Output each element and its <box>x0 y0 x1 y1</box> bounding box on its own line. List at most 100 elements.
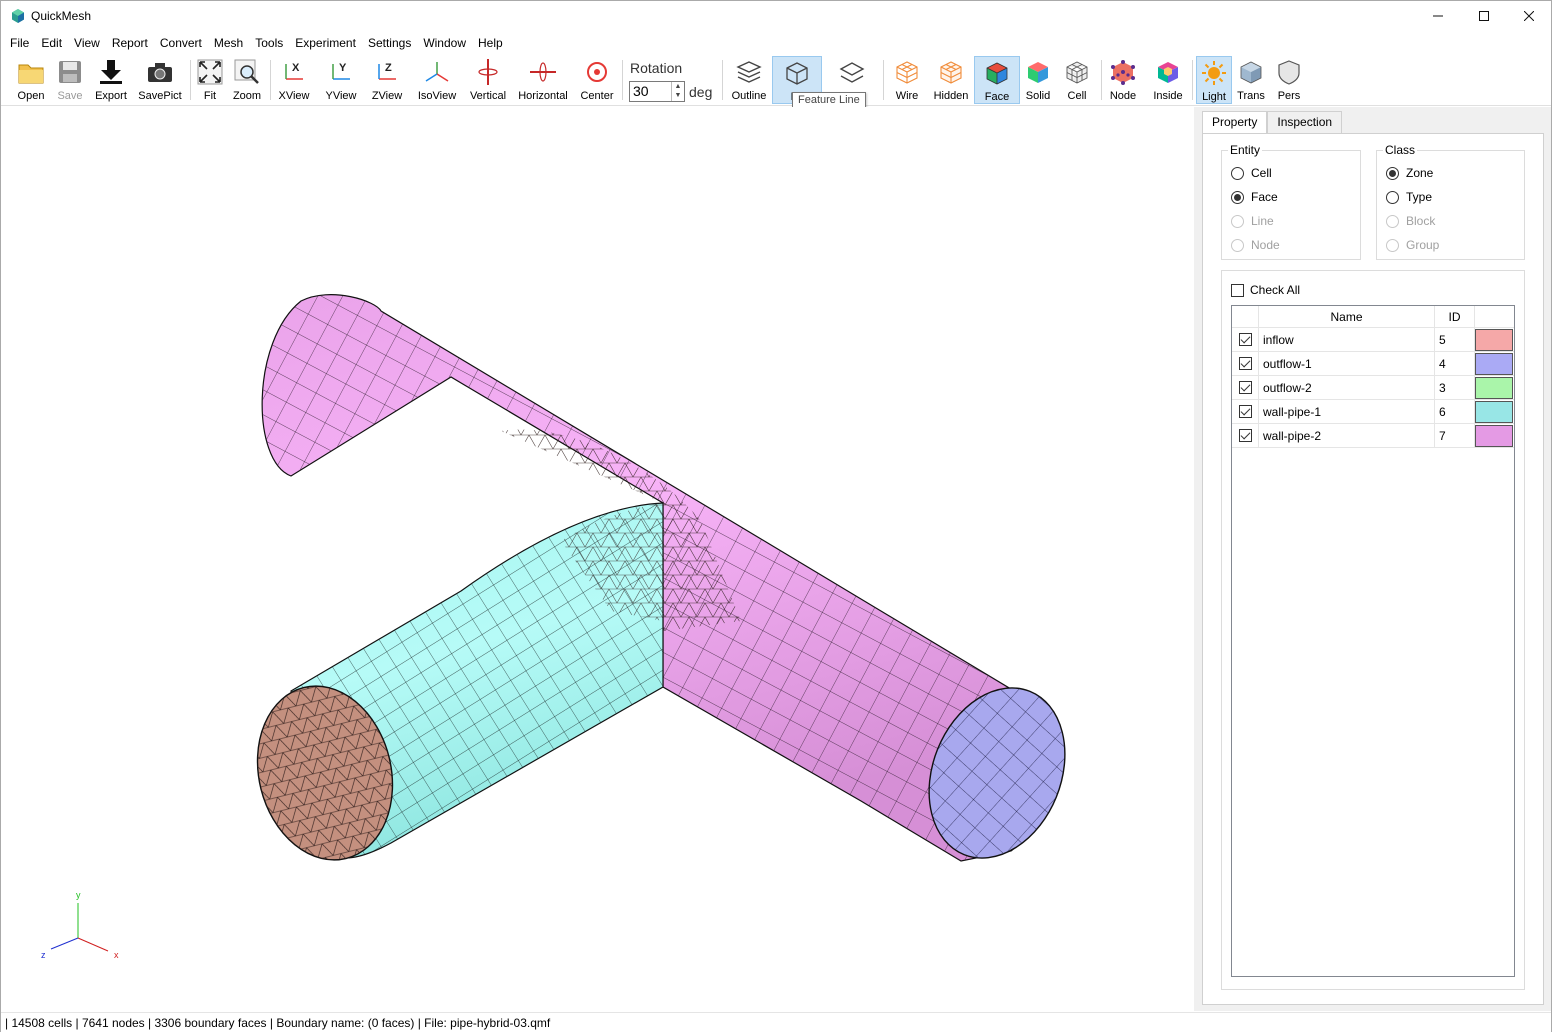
node-points-icon <box>1111 60 1135 85</box>
spin-down-icon[interactable]: ▼ <box>672 91 684 100</box>
rotation-spinner[interactable]: ▲ ▼ <box>671 82 684 101</box>
zone-color-swatch[interactable] <box>1475 401 1513 423</box>
maximize-button[interactable] <box>1461 1 1507 31</box>
wire-button[interactable]: Wire <box>889 56 925 104</box>
toolbar-separator <box>722 60 723 100</box>
table-row[interactable]: outflow-2 3 <box>1232 376 1514 400</box>
radio-button[interactable] <box>1231 166 1244 180</box>
table-row[interactable]: wall-pipe-1 6 <box>1232 400 1514 424</box>
horizontal-rotate-button[interactable]: Horizontal <box>515 56 571 104</box>
entity-groupbox: Entity Cell Face Line Node <box>1221 143 1361 260</box>
menu-edit[interactable]: Edit <box>35 33 68 53</box>
zone-color-swatch[interactable] <box>1475 353 1513 375</box>
zone-color-swatch[interactable] <box>1475 377 1513 399</box>
savepict-button[interactable]: SavePict <box>136 56 184 104</box>
toolbar-separator <box>190 60 191 100</box>
row-checkbox[interactable] <box>1238 357 1252 370</box>
outline-layers-icon <box>736 61 762 83</box>
center-button[interactable]: Center <box>577 56 617 104</box>
menu-file[interactable]: File <box>4 33 35 53</box>
save-button[interactable]: Save <box>52 56 88 104</box>
class-radio-group: Group <box>1386 236 1439 254</box>
column-header-name[interactable]: Name <box>1259 306 1435 327</box>
fit-button[interactable]: Fit <box>194 56 226 104</box>
radio-button[interactable] <box>1386 190 1399 204</box>
tab-inspection[interactable]: Inspection <box>1267 111 1343 133</box>
menu-window[interactable]: Window <box>417 33 472 53</box>
y-axis-view-icon: Y <box>332 62 350 80</box>
class-radio-zone[interactable]: Zone <box>1386 164 1433 182</box>
spin-up-icon[interactable]: ▲ <box>672 82 684 91</box>
face-button[interactable]: Face <box>974 56 1020 104</box>
property-panel: Property Inspection Entity Cell Face Lin… <box>1194 107 1551 1011</box>
row-checkbox[interactable] <box>1238 333 1252 346</box>
zview-button[interactable]: Z ZView <box>368 56 406 104</box>
camera-icon <box>148 63 172 82</box>
solid-cube-icon <box>1028 62 1048 83</box>
row-checkbox[interactable] <box>1238 429 1252 442</box>
trans-button[interactable]: Trans <box>1234 56 1268 104</box>
row-checkbox[interactable] <box>1238 405 1252 418</box>
xview-button[interactable]: X XView <box>275 56 313 104</box>
check-all-label: Check All <box>1250 283 1301 297</box>
zoom-button[interactable]: Zoom <box>230 56 264 104</box>
check-all-row[interactable]: Check All <box>1231 283 1300 297</box>
menu-tools[interactable]: Tools <box>249 33 289 53</box>
radio-button[interactable] <box>1386 166 1399 180</box>
tab-property[interactable]: Property <box>1202 111 1268 134</box>
node-button[interactable]: Node <box>1105 56 1141 104</box>
3d-viewport[interactable]: y x z <box>1 107 1191 1011</box>
window-title: QuickMesh <box>31 9 92 23</box>
hidden-button[interactable]: Hidden <box>930 56 972 104</box>
open-button[interactable]: Open <box>13 56 49 104</box>
column-header-id[interactable]: ID <box>1435 306 1475 327</box>
menu-convert[interactable]: Convert <box>154 33 208 53</box>
row-checkbox[interactable] <box>1238 381 1252 394</box>
menu-view[interactable]: View <box>68 33 106 53</box>
app-logo-icon <box>12 9 24 23</box>
close-button[interactable] <box>1506 1 1552 31</box>
class-radio-type[interactable]: Type <box>1386 188 1432 206</box>
wire-cube-icon <box>896 61 918 84</box>
svg-text:X: X <box>292 62 300 74</box>
cell-button[interactable]: Cell <box>1059 56 1095 104</box>
inside-button[interactable]: Inside <box>1148 56 1188 104</box>
check-all-checkbox[interactable] <box>1231 283 1244 297</box>
radio-button[interactable] <box>1231 190 1244 204</box>
menu-help[interactable]: Help <box>472 33 509 53</box>
center-target-icon <box>587 62 607 82</box>
table-row[interactable]: inflow 5 <box>1232 328 1514 352</box>
rotation-angle-input[interactable]: 30 ▲ ▼ <box>629 81 685 102</box>
download-icon <box>100 60 122 84</box>
boundary-edge-icon <box>839 62 865 83</box>
entity-radio-node: Node <box>1231 236 1280 254</box>
pers-button[interactable]: Pers <box>1272 56 1306 104</box>
zone-id: 7 <box>1435 424 1475 447</box>
hidden-line-cube-icon <box>940 61 962 84</box>
zone-color-swatch[interactable] <box>1475 329 1513 351</box>
x-axis-view-icon: X <box>285 62 303 80</box>
entity-radio-cell[interactable]: Cell <box>1231 164 1272 182</box>
vertical-rotate-button[interactable]: Vertical <box>467 56 509 104</box>
table-row[interactable]: wall-pipe-2 7 <box>1232 424 1514 448</box>
solid-button[interactable]: Solid <box>1022 56 1054 104</box>
zone-color-swatch[interactable] <box>1475 425 1513 447</box>
menu-mesh[interactable]: Mesh <box>208 33 249 53</box>
menu-settings[interactable]: Settings <box>362 33 417 53</box>
toolbar-separator <box>622 60 623 100</box>
light-button[interactable]: Light <box>1196 56 1232 104</box>
zone-id: 6 <box>1435 400 1475 423</box>
isoview-button[interactable]: IsoView <box>414 56 460 104</box>
mesh-render[interactable]: y x z <box>1 107 1191 1011</box>
table-row[interactable]: outflow-1 4 <box>1232 352 1514 376</box>
outline-button[interactable]: Outline <box>728 56 770 104</box>
menu-bar: File Edit View Report Convert Mesh Tools… <box>1 32 1551 54</box>
minimize-button[interactable] <box>1415 1 1461 31</box>
entity-radio-face[interactable]: Face <box>1231 188 1278 206</box>
menu-report[interactable]: Report <box>106 33 154 53</box>
menu-experiment[interactable]: Experiment <box>289 33 362 53</box>
yview-button[interactable]: Y YView <box>321 56 361 104</box>
radio-button <box>1386 238 1399 252</box>
export-button[interactable]: Export <box>92 56 130 104</box>
light-sun-icon <box>1202 61 1226 85</box>
